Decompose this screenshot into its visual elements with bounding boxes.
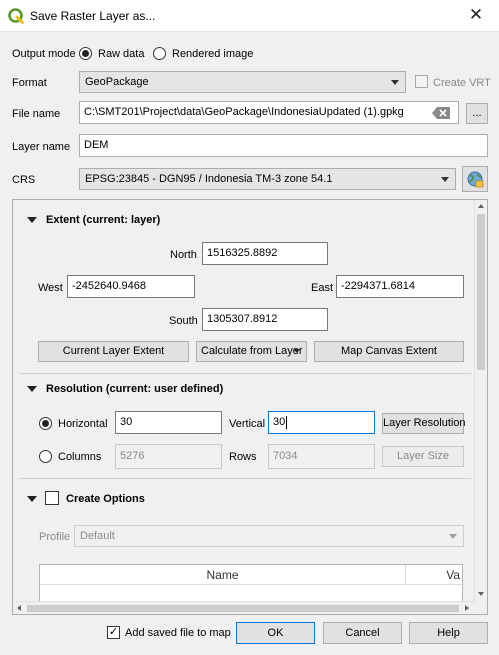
window-title: Save Raster Layer as... xyxy=(30,9,156,23)
west-label: West xyxy=(38,282,63,294)
format-label: Format xyxy=(12,77,47,89)
raw-data-label[interactable]: Raw data xyxy=(98,48,144,60)
help-button[interactable]: Help xyxy=(409,622,488,644)
columns-radio[interactable] xyxy=(39,450,52,463)
layer-name-value: DEM xyxy=(84,139,109,151)
options-scroll-area[interactable]: Extent (current: layer) North 1516325.88… xyxy=(12,199,488,615)
horizontal-value: 30 xyxy=(120,416,133,428)
collapse-triangle-icon[interactable] xyxy=(27,496,37,502)
globe-icon xyxy=(467,171,484,188)
title-bar: Save Raster Layer as... ✕ xyxy=(0,0,499,32)
layer-name-label: Layer name xyxy=(12,141,71,153)
south-label: South xyxy=(169,315,198,327)
scroll-down-icon[interactable] xyxy=(478,592,484,596)
create-vrt-checkbox[interactable] xyxy=(415,75,428,88)
chevron-down-icon xyxy=(449,534,457,539)
table-header-name[interactable]: Name xyxy=(40,565,406,585)
profile-select[interactable]: Default xyxy=(74,525,464,547)
east-value: -2294371.6814 xyxy=(341,280,416,292)
create-vrt-label[interactable]: Create VRT xyxy=(433,77,491,89)
layer-name-input[interactable]: DEM xyxy=(79,134,488,157)
create-options-table[interactable]: Name Va xyxy=(39,564,463,604)
chevron-down-icon xyxy=(391,80,399,85)
add-to-map-label[interactable]: Add saved file to map xyxy=(125,627,231,639)
clear-field-icon[interactable] xyxy=(432,107,450,119)
extent-group-title[interactable]: Extent (current: layer) xyxy=(46,214,160,226)
raw-data-radio[interactable] xyxy=(79,47,92,60)
resolution-group-title[interactable]: Resolution (current: user defined) xyxy=(46,383,223,395)
format-value: GeoPackage xyxy=(85,76,149,88)
horizontal-scrollbar[interactable] xyxy=(13,601,475,614)
group-divider xyxy=(19,373,471,374)
south-input[interactable]: 1305307.8912 xyxy=(202,308,328,331)
checkmark-icon: ✓ xyxy=(108,626,119,638)
profile-value: Default xyxy=(80,530,115,542)
create-options-checkbox[interactable] xyxy=(45,491,59,505)
crs-value: EPSG:23845 - DGN95 / Indonesia TM-3 zone… xyxy=(85,173,333,185)
scroll-right-icon[interactable] xyxy=(465,605,469,611)
east-label: East xyxy=(311,282,334,294)
east-input[interactable]: -2294371.6814 xyxy=(336,275,464,298)
vertical-input[interactable]: 30 xyxy=(268,411,375,434)
west-value: -2452640.9468 xyxy=(72,280,147,292)
north-input[interactable]: 1516325.8892 xyxy=(202,242,328,265)
file-name-value: C:\SMT201\Project\data\GeoPackage\Indone… xyxy=(84,106,404,118)
vertical-label: Vertical xyxy=(229,418,266,430)
create-options-group-title[interactable]: Create Options xyxy=(66,493,145,505)
horizontal-input[interactable]: 30 xyxy=(115,411,222,434)
calculate-from-layer-label: Calculate from Layer xyxy=(201,345,303,357)
scroll-left-icon[interactable] xyxy=(17,605,21,611)
collapse-triangle-icon[interactable] xyxy=(27,217,37,223)
horizontal-scroll-thumb[interactable] xyxy=(27,605,459,612)
close-button[interactable]: ✕ xyxy=(453,0,499,32)
table-header-value[interactable]: Va xyxy=(406,565,462,585)
file-name-input[interactable]: C:\SMT201\Project\data\GeoPackage\Indone… xyxy=(79,101,459,124)
crs-label: CRS xyxy=(12,174,36,186)
browse-button[interactable]: ... xyxy=(466,103,488,124)
text-cursor xyxy=(286,415,288,429)
file-name-label: File name xyxy=(12,108,61,120)
qgis-logo-icon xyxy=(8,8,24,24)
current-layer-extent-button[interactable]: Current Layer Extent xyxy=(38,341,189,362)
rendered-image-radio[interactable] xyxy=(153,47,166,60)
rows-value: 7034 xyxy=(273,450,298,462)
layer-resolution-button[interactable]: Layer Resolution xyxy=(382,413,466,434)
columns-label[interactable]: Columns xyxy=(58,451,101,463)
north-label: North xyxy=(170,249,197,261)
chevron-down-icon xyxy=(294,349,300,353)
map-canvas-extent-button[interactable]: Map Canvas Extent xyxy=(314,341,464,362)
west-input[interactable]: -2452640.9468 xyxy=(67,275,195,298)
horizontal-radio[interactable] xyxy=(39,417,52,430)
south-value: 1305307.8912 xyxy=(207,313,278,325)
rendered-image-label[interactable]: Rendered image xyxy=(172,48,253,60)
north-value: 1516325.8892 xyxy=(207,247,278,259)
ok-button[interactable]: OK xyxy=(236,622,315,644)
horizontal-label[interactable]: Horizontal xyxy=(58,418,108,430)
group-divider xyxy=(19,478,471,479)
scroll-up-icon[interactable] xyxy=(478,204,484,208)
chevron-down-icon xyxy=(441,177,449,182)
cancel-button[interactable]: Cancel xyxy=(323,622,402,644)
layer-size-button[interactable]: Layer Size xyxy=(382,446,464,467)
add-to-map-checkbox[interactable]: ✓ xyxy=(107,626,120,639)
crs-select[interactable]: EPSG:23845 - DGN95 / Indonesia TM-3 zone… xyxy=(79,168,456,190)
output-mode-label: Output mode xyxy=(12,48,76,60)
vertical-scrollbar[interactable] xyxy=(474,200,487,614)
columns-value: 5276 xyxy=(120,450,145,462)
columns-input[interactable]: 5276 xyxy=(115,444,222,469)
format-select[interactable]: GeoPackage xyxy=(79,71,406,93)
vertical-value: 30 xyxy=(273,416,286,428)
collapse-triangle-icon[interactable] xyxy=(27,386,37,392)
profile-label: Profile xyxy=(39,531,71,543)
calculate-from-layer-button[interactable]: Calculate from Layer xyxy=(196,341,307,362)
rows-label: Rows xyxy=(229,451,257,463)
select-crs-button[interactable] xyxy=(462,166,488,192)
vertical-scroll-thumb[interactable] xyxy=(477,214,485,370)
rows-input[interactable]: 7034 xyxy=(268,444,375,469)
